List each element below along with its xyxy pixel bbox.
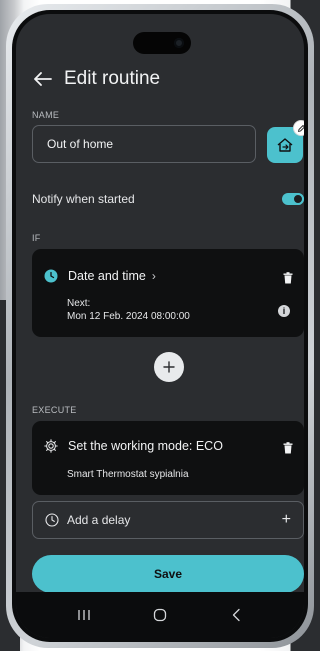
- system-nav-bar: [16, 592, 304, 638]
- action-title: Set the working mode: ECO: [68, 439, 223, 453]
- trigger-title: Date and time: [68, 269, 146, 283]
- toggle-knob: [292, 193, 304, 205]
- phone-bezel: Edit routine NAME Notify when s: [12, 10, 308, 642]
- execute-section-label: EXECUTE: [32, 405, 77, 415]
- if-section-label: IF: [32, 233, 41, 243]
- header: Edit routine: [32, 68, 160, 90]
- home-nav-icon[interactable]: [148, 603, 172, 627]
- pencil-icon: [297, 124, 304, 132]
- add-delay-button[interactable]: Add a delay +: [32, 501, 304, 539]
- recents-icon[interactable]: [72, 603, 96, 627]
- notify-label: Notify when started: [32, 192, 135, 206]
- info-icon[interactable]: i: [278, 305, 290, 317]
- name-section-label: NAME: [32, 110, 60, 120]
- next-label: Next:: [67, 298, 91, 309]
- clock-outline-icon: [45, 513, 59, 527]
- trash-icon[interactable]: [282, 271, 294, 285]
- execute-action-card[interactable]: Set the working mode: ECO Smart Thermost…: [32, 421, 304, 495]
- if-trigger-card[interactable]: Date and time › Next: Mon 12 Feb. 2024 0…: [32, 249, 304, 337]
- home-exit-icon: [277, 138, 293, 152]
- back-arrow-icon[interactable]: [32, 68, 54, 90]
- add-condition-button[interactable]: [154, 352, 184, 382]
- chevron-right-icon: ›: [151, 269, 156, 283]
- camera-cutout: [133, 32, 191, 54]
- routine-name-input[interactable]: [32, 125, 256, 163]
- gear-icon: [44, 439, 58, 453]
- action-device: Smart Thermostat sypialnia: [67, 469, 189, 480]
- action-header: Set the working mode: ECO: [44, 439, 223, 453]
- back-nav-icon[interactable]: [224, 603, 248, 627]
- clock-icon: [44, 269, 58, 283]
- save-button[interactable]: Save: [32, 555, 304, 593]
- trigger-header: Date and time ›: [44, 269, 156, 283]
- plus-icon: +: [281, 511, 291, 528]
- app-screen: Edit routine NAME Notify when s: [16, 14, 304, 638]
- plus-icon: [163, 361, 175, 373]
- edit-badge[interactable]: [293, 120, 304, 136]
- next-datetime: Mon 12 Feb. 2024 08:00:00: [67, 311, 190, 322]
- notify-row: Notify when started: [32, 189, 304, 209]
- notify-toggle[interactable]: [282, 193, 304, 205]
- trash-icon[interactable]: [282, 441, 294, 455]
- routine-icon-button[interactable]: [267, 120, 304, 163]
- phone-frame: Edit routine NAME Notify when s: [6, 4, 314, 648]
- add-delay-label: Add a delay: [67, 513, 131, 527]
- page-title: Edit routine: [64, 68, 161, 89]
